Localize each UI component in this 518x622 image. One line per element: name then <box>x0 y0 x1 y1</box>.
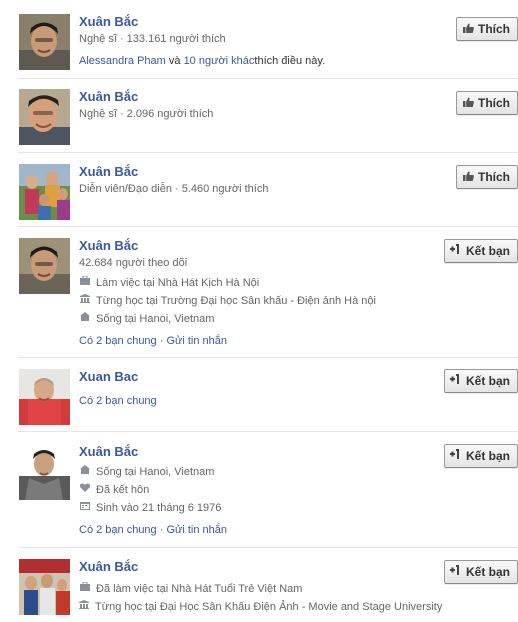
result-divider <box>18 152 518 153</box>
dot-separator: · <box>156 335 167 347</box>
detail-education: Từng học tại Đại Học Sân Khấu Điện Ảnh -… <box>79 598 442 616</box>
profile-picture[interactable] <box>19 444 70 500</box>
detail-work: Đã làm việc tại Nhà Hát Tuổi Trẻ Việt Na… <box>79 580 438 598</box>
detail-work: Làm việc tại Nhà Hát Kịch Hà Nội <box>79 274 438 292</box>
mutual-friends-link[interactable]: Có 2 bạn chung <box>79 332 157 350</box>
result-divider <box>18 431 518 432</box>
like-button[interactable]: Thích <box>456 17 518 41</box>
calendar-icon <box>79 499 90 517</box>
thumbs-up-icon <box>462 170 474 185</box>
result-divider <box>18 357 518 358</box>
school-icon <box>79 598 89 616</box>
search-result: Xuân Bắc Nghệ sĩ · 133.161 người thích A… <box>18 14 518 74</box>
result-category: Nghệ sĩ · 133.161 người thích <box>79 30 438 48</box>
mutual-friends-row: Có 2 bạn chung <box>79 392 438 410</box>
send-message-link[interactable]: Gửi tin nhắn <box>166 521 227 539</box>
profile-picture[interactable] <box>19 369 70 425</box>
like-button[interactable]: Thích <box>456 91 518 115</box>
category-text: Nghệ sĩ · 133.161 người thích <box>79 33 226 45</box>
mutual-friends-link[interactable]: Có 2 bạn chung <box>79 392 157 410</box>
school-icon <box>79 292 90 310</box>
result-divider <box>18 547 518 548</box>
follower-text: 42.684 người theo dõi <box>79 257 188 269</box>
result-name[interactable]: Xuân Bắc <box>79 444 438 460</box>
add-friend-button[interactable]: Kết bạn <box>444 560 518 584</box>
search-result: Xuân Bắc Nghệ sĩ · 2.096 người thích Thí… <box>18 89 518 145</box>
like-button-label: Thích <box>478 96 510 110</box>
home-icon <box>79 310 90 328</box>
search-result: Xuân Bắc Đã làm việc tại Nhà Hát Tuổi Tr… <box>18 559 518 619</box>
search-result: Xuân Bắc Sống tại Hanoi, Vietnam Đã kết … <box>18 444 518 542</box>
result-category: Diễn viên/Đạo diễn · 5.460 người thích <box>79 180 438 198</box>
detail-text: Làm việc tại Nhà Hát Kịch Hà Nội <box>96 277 260 289</box>
result-name[interactable]: Xuan Bac <box>79 369 438 385</box>
dot-separator: · <box>156 524 167 536</box>
follower-count: 42.684 người theo dõi <box>79 254 438 272</box>
result-name[interactable]: Xuân Bắc <box>79 559 438 575</box>
add-friend-button-label: Kết bạn <box>466 374 511 388</box>
briefcase-icon <box>79 274 90 292</box>
detail-residence: Sống tại Hanoi, Vietnam <box>79 463 438 481</box>
home-icon <box>79 463 90 481</box>
profile-picture[interactable] <box>19 164 70 220</box>
detail-text: Từng học tại Trường Đại học Sân khấu - Đ… <box>96 295 376 307</box>
detail-text: Sống tại Hanoi, Vietnam <box>96 313 215 325</box>
detail-text: Sống tại Hanoi, Vietnam <box>96 466 215 478</box>
search-result: Xuân Bắc Diễn viên/Đạo diễn · 5.460 ngườ… <box>18 164 518 220</box>
friend-link[interactable]: Alessandra Pham <box>79 52 166 70</box>
others-link[interactable]: 10 người khác <box>184 52 255 70</box>
search-result: Xuân Bắc 42.684 người theo dõi Làm việc … <box>18 238 518 352</box>
detail-text: Sinh vào 21 tháng 6 1976 <box>96 502 222 514</box>
like-button-label: Thích <box>478 170 510 184</box>
detail-text: Đã làm việc tại Nhà Hát Tuổi Trẻ Việt Na… <box>96 583 303 595</box>
add-friend-icon <box>450 374 462 388</box>
result-category: Nghệ sĩ · 2.096 người thích <box>79 105 438 123</box>
add-friend-button[interactable]: Kết bạn <box>444 444 518 468</box>
result-divider <box>18 226 518 227</box>
detail-birthday: Sinh vào 21 tháng 6 1976 <box>79 499 438 517</box>
add-friend-icon <box>450 565 462 579</box>
detail-relationship: Đã kết hôn <box>79 481 438 499</box>
profile-picture[interactable] <box>19 14 70 70</box>
mutual-friends-row: Có 2 bạn chung · Gửi tin nhắn <box>79 521 438 539</box>
detail-residence: Sống tại Hanoi, Vietnam <box>79 310 438 328</box>
add-friend-button-label: Kết bạn <box>466 244 511 258</box>
social-suffix: thích điều này. <box>254 55 326 67</box>
add-friend-button-label: Kết bạn <box>466 449 511 463</box>
social-context: Alessandra Pham và 10 người khác thích đ… <box>79 52 438 70</box>
heart-icon <box>79 481 90 499</box>
mutual-friends-link[interactable]: Có 2 bạn chung <box>79 521 157 539</box>
result-name[interactable]: Xuân Bắc <box>79 14 438 30</box>
like-button[interactable]: Thích <box>456 165 518 189</box>
thumbs-up-icon <box>462 96 474 111</box>
profile-picture[interactable] <box>19 238 70 294</box>
result-divider <box>18 78 518 79</box>
thumbs-up-icon <box>462 22 474 37</box>
add-friend-button[interactable]: Kết bạn <box>444 369 518 393</box>
social-connector: và <box>165 55 184 67</box>
briefcase-icon <box>79 580 90 598</box>
detail-text: Đã kết hôn <box>96 484 150 496</box>
add-friend-icon <box>450 449 462 463</box>
add-friend-icon <box>450 244 462 258</box>
add-friend-button[interactable]: Kết bạn <box>444 239 518 263</box>
mutual-friends-row: Có 2 bạn chung · Gửi tin nhắn <box>79 332 438 350</box>
profile-picture[interactable] <box>19 89 70 145</box>
result-name[interactable]: Xuân Bắc <box>79 89 438 105</box>
add-friend-button-label: Kết bạn <box>466 565 511 579</box>
like-button-label: Thích <box>478 22 510 36</box>
result-name[interactable]: Xuân Bắc <box>79 238 438 254</box>
profile-picture[interactable] <box>19 559 70 615</box>
detail-text: Từng học tại Đại Học Sân Khấu Điện Ảnh -… <box>95 601 443 613</box>
category-text: Nghệ sĩ · 2.096 người thích <box>79 108 214 120</box>
result-name[interactable]: Xuân Bắc <box>79 164 438 180</box>
detail-education: Từng học tại Trường Đại học Sân khấu - Đ… <box>79 292 438 310</box>
send-message-link[interactable]: Gửi tin nhắn <box>166 332 227 350</box>
category-text: Diễn viên/Đạo diễn · 5.460 người thích <box>79 183 269 195</box>
search-result: Xuan Bac Có 2 bạn chung Kết bạn <box>18 369 518 425</box>
